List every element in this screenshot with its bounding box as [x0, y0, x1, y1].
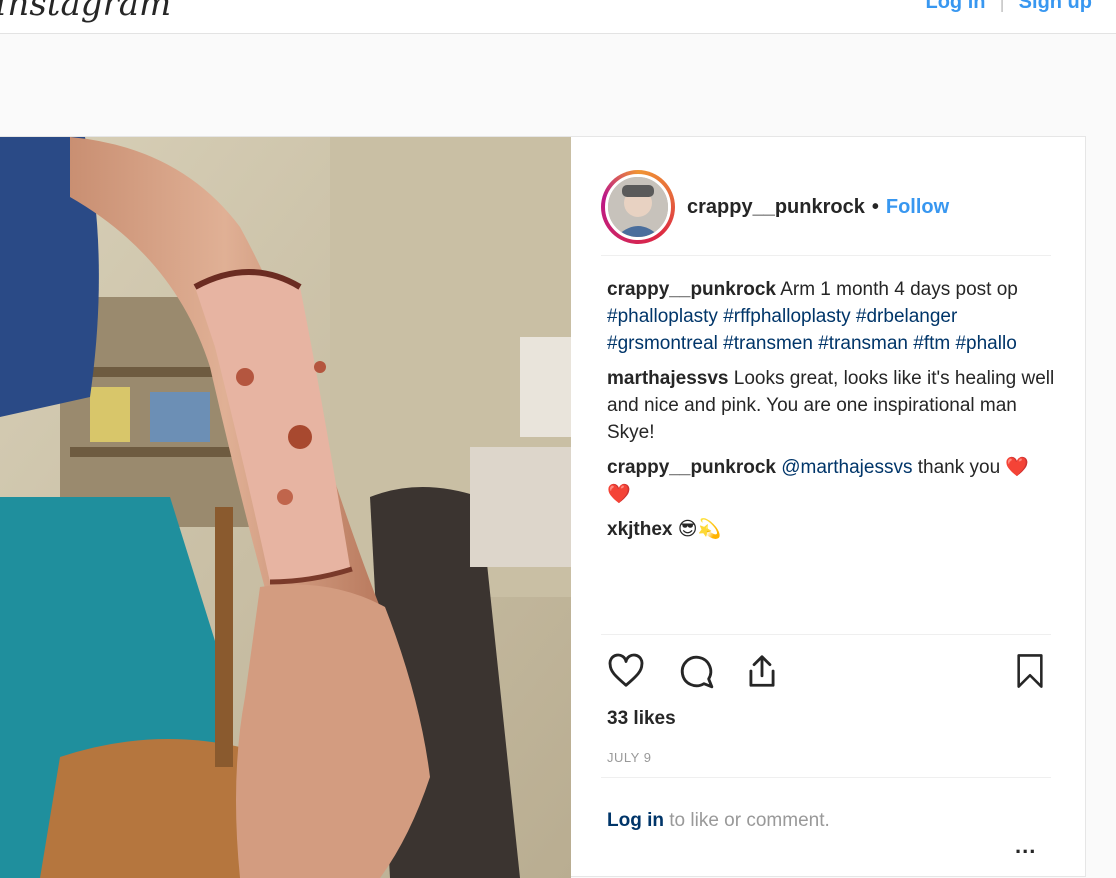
post-username[interactable]: crappy__punkrock — [687, 196, 865, 219]
comment-item: xkjthex 😎💫 — [607, 516, 1057, 543]
like-count[interactable]: 33 likes — [607, 708, 676, 730]
post-photo-image — [0, 137, 571, 878]
ellipsis-icon[interactable]: ... — [1015, 833, 1036, 859]
action-bar — [607, 652, 1057, 692]
divider — [601, 634, 1051, 635]
top-navigation-bar: Instagram Log in | Sign up — [0, 0, 1116, 34]
comment-username[interactable]: crappy__punkrock — [607, 457, 776, 478]
instagram-logo[interactable]: Instagram — [0, 0, 171, 24]
comment-text: Arm 1 month 4 days post op — [780, 279, 1018, 300]
avatar[interactable] — [605, 174, 671, 240]
comment-hashtags[interactable]: #phalloplasty #rffphalloplasty #drbelang… — [607, 306, 1017, 354]
login-prompt-link[interactable]: Log in — [607, 810, 664, 831]
heart-icon[interactable] — [607, 652, 645, 690]
auth-links: Log in | Sign up — [925, 0, 1092, 14]
header-dot: • — [871, 195, 879, 218]
post-date: JULY 9 — [607, 750, 652, 765]
share-icon[interactable] — [743, 652, 781, 690]
comment-item: crappy__punkrock @marthajessvs thank you… — [607, 454, 1057, 508]
follow-button[interactable]: Follow — [886, 196, 949, 219]
auth-separator: | — [999, 0, 1005, 13]
avatar-story-ring[interactable] — [601, 170, 675, 244]
post-header: crappy__punkrock • Follow — [601, 159, 1051, 255]
login-prompt: Log in to like or comment. — [607, 810, 830, 832]
comment-text: 😎💫 — [677, 519, 722, 540]
login-link[interactable]: Log in — [925, 0, 985, 14]
login-prompt-text: to like or comment. — [669, 810, 830, 831]
signup-link[interactable]: Sign up — [1019, 0, 1092, 14]
comment-list: crappy__punkrock Arm 1 month 4 days post… — [607, 276, 1057, 551]
comment-caption: crappy__punkrock Arm 1 month 4 days post… — [607, 276, 1057, 357]
bookmark-icon[interactable] — [1013, 652, 1047, 690]
avatar-image — [608, 177, 668, 237]
divider — [601, 255, 1051, 256]
post-sidebar: crappy__punkrock • Follow crappy__punkro… — [571, 137, 1085, 878]
comment-username[interactable]: marthajessvs — [607, 368, 728, 389]
comment-bubble-icon[interactable] — [677, 652, 715, 690]
comment-mention[interactable]: @marthajessvs — [781, 457, 912, 478]
divider — [601, 777, 1051, 778]
comment-item: marthajessvs Looks great, looks like it'… — [607, 365, 1057, 446]
post-card: crappy__punkrock • Follow crappy__punkro… — [0, 136, 1086, 878]
comment-username[interactable]: crappy__punkrock — [607, 279, 776, 300]
comment-username[interactable]: xkjthex — [607, 519, 672, 540]
post-photo[interactable] — [0, 137, 571, 878]
